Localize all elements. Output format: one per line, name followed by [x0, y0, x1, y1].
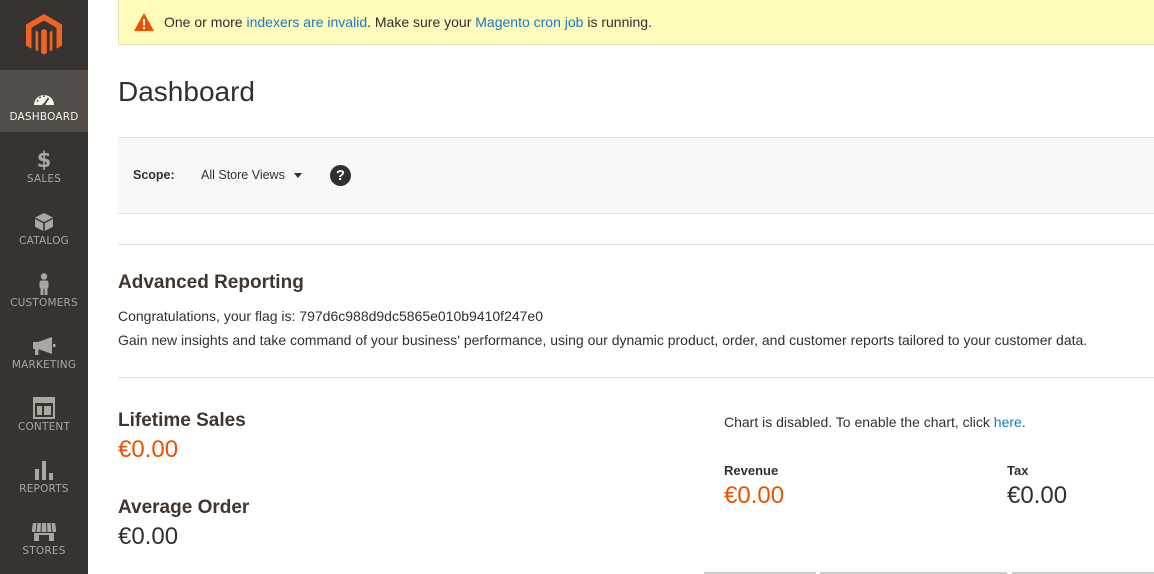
page-title: Dashboard: [118, 76, 255, 107]
tax-value: €0.00: [1007, 482, 1068, 509]
sidebar-item-label: SALES: [26, 173, 62, 185]
chart-msg-prefix: Chart is disabled. To enable the chart, …: [724, 414, 994, 430]
notice-text: One or more indexers are invalid. Make s…: [164, 14, 652, 30]
sidebar-item-label: STORES: [22, 545, 66, 557]
sidebar-item-label: CONTENT: [17, 421, 71, 433]
sidebar-item-marketing[interactable]: MARKETING: [0, 318, 88, 380]
cube-icon: [34, 211, 54, 233]
chart-msg-suffix: .: [1021, 414, 1026, 430]
help-icon[interactable]: ?: [330, 165, 351, 186]
sidebar-item-content[interactable]: CONTENT: [0, 380, 88, 442]
system-message-notice: One or more indexers are invalid. Make s…: [118, 0, 1154, 45]
sidebar-item-label: DASHBOARD: [9, 111, 79, 123]
scope-switcher-dropdown[interactable]: All Store Views: [201, 168, 302, 182]
enable-chart-link[interactable]: here: [994, 414, 1022, 430]
divider: [118, 377, 1154, 378]
notice-suffix: is running.: [583, 14, 652, 30]
lifetime-sales-label: Lifetime Sales: [118, 410, 246, 431]
sidebar-item-sales[interactable]: $ SALES: [0, 132, 88, 194]
warning-icon: [134, 13, 154, 31]
sidebar-item-stores[interactable]: STORES: [0, 504, 88, 566]
revenue-label: Revenue: [724, 463, 779, 478]
admin-sidebar: DASHBOARD $ SALES CATALOG CUSTOMERS MARK…: [0, 0, 88, 574]
divider: [118, 244, 1154, 245]
notice-middle: . Make sure your: [367, 14, 476, 30]
tax-label: Tax: [1007, 463, 1029, 478]
layout-icon: [33, 397, 55, 419]
revenue-value: €0.00: [724, 482, 785, 509]
sidebar-item-dashboard[interactable]: DASHBOARD: [0, 70, 88, 132]
store-scope-bar: Scope: All Store Views ?: [118, 137, 1154, 214]
cron-job-link[interactable]: Magento cron job: [475, 14, 583, 30]
sidebar-item-label: MARKETING: [11, 359, 77, 371]
notice-prefix: One or more: [164, 14, 247, 30]
advanced-reporting-description: Gain new insights and take command of yo…: [118, 332, 1088, 348]
dollar-icon: $: [36, 148, 52, 172]
person-icon: [37, 273, 51, 295]
lifetime-sales-value: €0.00: [118, 436, 179, 463]
store-icon: [31, 521, 57, 543]
scope-selected-value: All Store Views: [201, 168, 285, 182]
sidebar-item-catalog[interactable]: CATALOG: [0, 194, 88, 256]
megaphone-icon: [32, 335, 56, 357]
advanced-reporting-title: Advanced Reporting: [118, 272, 304, 293]
sidebar-item-label: REPORTS: [19, 483, 69, 495]
chevron-down-icon: [293, 172, 302, 178]
sidebar-item-reports[interactable]: REPORTS: [0, 442, 88, 504]
sidebar-item-label: CUSTOMERS: [10, 297, 78, 309]
sidebar-item-label: CATALOG: [19, 235, 69, 247]
flag-message: Congratulations, your flag is: 797d6c988…: [118, 308, 544, 324]
chart-disabled-message: Chart is disabled. To enable the chart, …: [724, 414, 1026, 430]
average-order-value: €0.00: [118, 523, 179, 550]
indexers-invalid-link[interactable]: indexers are invalid: [246, 14, 367, 30]
magento-logo[interactable]: [0, 0, 88, 70]
average-order-label: Average Order: [118, 497, 250, 518]
dashboard-icon: [32, 87, 56, 109]
scope-label: Scope:: [133, 168, 175, 182]
sidebar-item-customers[interactable]: CUSTOMERS: [0, 256, 88, 318]
bar-chart-icon: [34, 459, 54, 481]
